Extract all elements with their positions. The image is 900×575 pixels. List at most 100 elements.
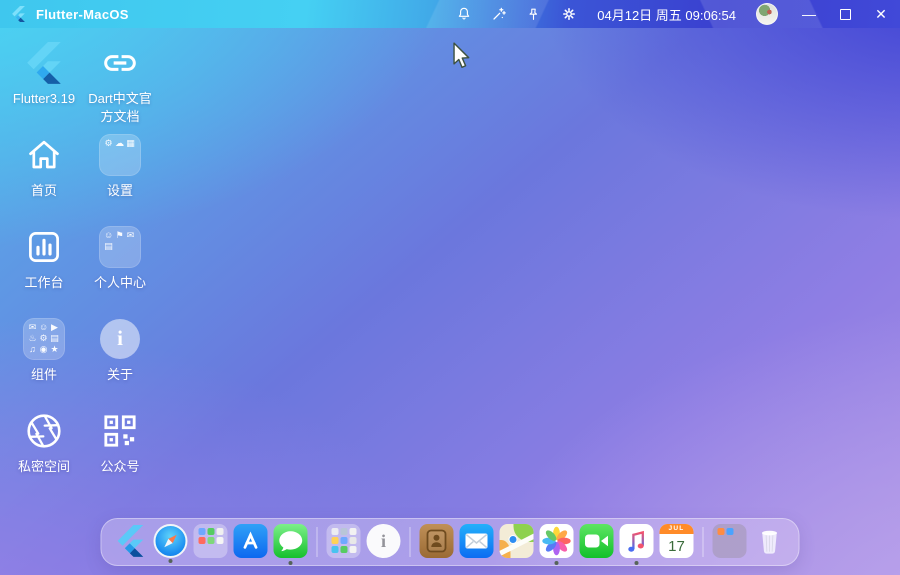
- mini-app-tile: [207, 537, 214, 544]
- dock-divider: [702, 527, 704, 557]
- home-icon: [26, 131, 62, 178]
- dock-item-photos[interactable]: [539, 524, 574, 558]
- bell-icon[interactable]: [455, 6, 472, 23]
- desktop-item-flutter-version[interactable]: Flutter3.19: [6, 36, 82, 128]
- mini-app-tile: [726, 528, 733, 535]
- mini-app-tile: [349, 528, 356, 535]
- desktop-item-label: 工作台: [24, 275, 64, 290]
- dock-item-maps[interactable]: [499, 524, 534, 558]
- desktop-item-label: 个人中心: [93, 275, 146, 290]
- gear-icon[interactable]: [560, 6, 577, 23]
- dock-item-contacts[interactable]: [419, 524, 454, 558]
- desktop-item-settings[interactable]: ⚙ ☁ ▦ 设置: [82, 128, 158, 220]
- desktop-item-workbench[interactable]: 工作台: [6, 220, 82, 312]
- dock-item-app-store[interactable]: [233, 524, 268, 558]
- dock-item-apps-folder[interactable]: [193, 524, 228, 558]
- trash-bin-icon: [762, 530, 777, 554]
- desktop-item-official-account[interactable]: 公众号: [82, 404, 158, 496]
- desktop-item-about[interactable]: i 关于: [82, 312, 158, 404]
- dock-item-messages[interactable]: [273, 524, 308, 558]
- calendar-month: JUL: [659, 524, 694, 534]
- window-title: Flutter-MacOS: [36, 6, 129, 22]
- dock-item-launchpad[interactable]: [326, 524, 361, 558]
- map-location-dot: [508, 535, 518, 544]
- dock-divider: [409, 527, 411, 557]
- mini-app-tile: [340, 546, 347, 553]
- settings-folder-icon: ⚙ ☁ ▦: [99, 131, 141, 178]
- mini-app-tile: [340, 537, 347, 544]
- flutter-logo-icon: [117, 525, 144, 557]
- mini-app-tile: [340, 528, 347, 535]
- info-icon: i: [100, 318, 140, 359]
- mini-app-tile: [349, 546, 356, 553]
- user-avatar[interactable]: [756, 3, 778, 25]
- qr-code-icon: [103, 407, 137, 454]
- mini-card-icon: ▤: [50, 332, 59, 343]
- flutter-logo-icon: [10, 6, 27, 23]
- dock-item-calendar[interactable]: JUL 17: [659, 524, 694, 558]
- dock-item-info[interactable]: i: [366, 524, 401, 558]
- mini-app-tile: [216, 537, 223, 544]
- music-note-icon: [628, 530, 644, 552]
- components-folder-icon: ✉ ☺ ▶ ♨ ⚙ ▤ ♫ ◉ ★: [23, 315, 65, 362]
- dock-item-trash[interactable]: [753, 524, 787, 558]
- profile-folder-icon: ☺ ⚑ ✉ ▤: [99, 223, 141, 270]
- mini-app-tile: [207, 528, 214, 535]
- aperture-icon: [24, 407, 64, 454]
- mini-mail-icon: ✉: [126, 229, 135, 240]
- dock-divider: [316, 527, 318, 557]
- mini-person-icon: ☺: [39, 321, 49, 332]
- mini-window-icon: ▦: [126, 137, 135, 148]
- dock-item-music[interactable]: [619, 524, 654, 558]
- desktop-item-components[interactable]: ✉ ☺ ▶ ♨ ⚙ ▤ ♫ ◉ ★ 组件: [6, 312, 82, 404]
- desktop-item-private-space[interactable]: 私密空间: [6, 404, 82, 496]
- desktop-item-label: 关于: [106, 367, 133, 382]
- envelope-icon: [465, 533, 488, 549]
- desktop-item-profile-center[interactable]: ☺ ⚑ ✉ ▤ 个人中心: [82, 220, 158, 312]
- compass-needle-icon: [164, 534, 177, 548]
- mini-gear-icon: ⚙: [104, 137, 113, 148]
- desktop-icon-grid: Flutter3.19 Dart中文官方文档 首页 ⚙ ☁ ▦ 设置 工作台 ☺…: [6, 36, 158, 496]
- dock-item-misc-folder[interactable]: [712, 524, 747, 558]
- desktop-item-label: Flutter3.19: [12, 91, 76, 106]
- pin-icon[interactable]: [525, 6, 542, 23]
- dock-item-flutter[interactable]: [114, 524, 148, 558]
- maximize-button[interactable]: [838, 7, 852, 21]
- link-icon: [101, 39, 139, 86]
- mini-app-tile: [216, 528, 223, 535]
- video-camera-icon: [585, 534, 608, 548]
- calendar-day: 17: [668, 537, 685, 555]
- mini-play-icon: ▶: [51, 321, 58, 332]
- mini-gear-icon: ⚙: [39, 332, 48, 343]
- magic-wand-icon[interactable]: [490, 6, 507, 23]
- dock-item-safari[interactable]: [153, 524, 188, 558]
- mini-card-icon: ▤: [104, 240, 113, 251]
- titlebar: Flutter-MacOS 04月12日 周五 09:06:54 — ✕: [0, 0, 900, 28]
- mini-flag-icon: ⚑: [115, 229, 124, 240]
- desktop-item-label: 公众号: [100, 459, 140, 474]
- desktop-item-home[interactable]: 首页: [6, 128, 82, 220]
- close-button[interactable]: ✕: [874, 7, 888, 21]
- app-store-a-icon: [243, 531, 258, 549]
- mini-hot-icon: ♨: [28, 332, 37, 343]
- mini-app-tile: [198, 537, 205, 544]
- mini-app-tile: [198, 528, 205, 535]
- desktop-item-label: Dart中文官方文档: [88, 91, 152, 124]
- contact-person-icon: [426, 529, 447, 553]
- bar-chart-icon: [25, 223, 63, 270]
- speech-bubble-icon: [279, 531, 303, 552]
- mini-music-icon: ♫: [29, 343, 36, 354]
- mini-app-tile: [331, 537, 338, 544]
- minimize-button[interactable]: —: [802, 7, 816, 21]
- maximize-icon: [839, 8, 851, 20]
- dock-item-mail[interactable]: [459, 524, 494, 558]
- mini-mail-icon: ✉: [28, 321, 37, 332]
- dock-item-facetime[interactable]: [579, 524, 614, 558]
- photos-flower-icon: [542, 526, 571, 556]
- mini-app-tile: [331, 546, 338, 553]
- desktop-item-dart-docs[interactable]: Dart中文官方文档: [82, 36, 158, 128]
- mini-dot-icon: ◉: [39, 343, 48, 354]
- clock-datetime: 04月12日 周五 09:06:54: [597, 7, 736, 23]
- desktop-item-label: 设置: [106, 183, 133, 198]
- desktop-item-label: 首页: [30, 183, 57, 198]
